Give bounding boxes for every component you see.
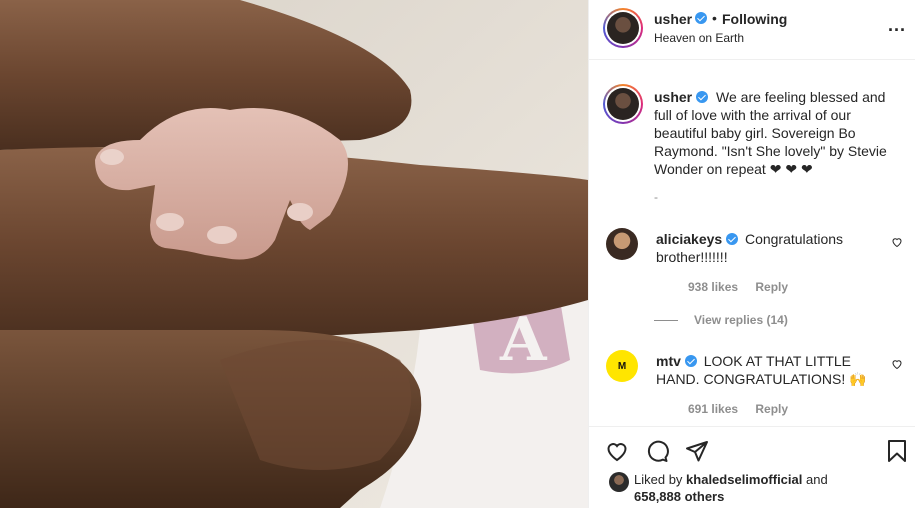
liked-and: and <box>806 472 828 487</box>
caption-dash: - <box>654 190 658 204</box>
verified-icon <box>684 355 697 367</box>
post-header: usher • Following Heaven on Earth ... <box>589 0 915 60</box>
following-button[interactable]: Following <box>722 11 787 27</box>
like-comment-heart-icon[interactable] <box>891 358 903 370</box>
commenter-username[interactable]: mtv <box>656 353 681 369</box>
post-photo[interactable]: A <box>0 0 588 508</box>
liked-prefix: Liked by <box>634 472 683 487</box>
baby-hand-photo: A <box>0 0 588 508</box>
commenter-username[interactable]: aliciakeys <box>656 231 722 247</box>
caption-avatar[interactable] <box>603 84 643 124</box>
comment-icon[interactable] <box>645 439 669 463</box>
comment-text: aliciakeys Congratulations brother!!!!!!… <box>656 230 872 266</box>
commenter-avatar[interactable] <box>606 228 638 260</box>
comment-likes[interactable]: 938 likes <box>688 280 738 294</box>
likes-count[interactable]: 658,888 others <box>634 489 724 504</box>
view-replies-button[interactable]: View replies (14) <box>654 313 788 327</box>
reply-button[interactable]: Reply <box>755 280 788 294</box>
comment-text: mtv LOOK AT THAT LITTLE HAND. CONGRATULA… <box>656 352 872 388</box>
verified-icon <box>696 91 709 103</box>
caption-text: usher We are feeling blessed and full of… <box>654 88 899 178</box>
location-link[interactable]: Heaven on Earth <box>654 31 744 45</box>
more-icon[interactable]: ... <box>888 16 906 34</box>
commenter-avatar[interactable]: M <box>606 350 638 382</box>
verified-icon <box>695 12 707 24</box>
comment-meta: 938 likes Reply <box>688 280 802 294</box>
separator-dot: • <box>712 10 717 26</box>
share-icon[interactable] <box>685 439 709 463</box>
action-bar <box>589 426 915 470</box>
bookmark-icon[interactable] <box>885 439 909 463</box>
heart-icon[interactable] <box>605 439 629 463</box>
comment-likes[interactable]: 691 likes <box>688 402 738 416</box>
author-username[interactable]: usher <box>654 11 692 27</box>
avatar[interactable] <box>603 8 643 48</box>
mtv-logo-icon: M <box>617 360 627 372</box>
verified-icon <box>726 233 739 245</box>
reply-button[interactable]: Reply <box>755 402 788 416</box>
comment-meta: 691 likes Reply <box>688 402 802 416</box>
post-side-panel: usher • Following Heaven on Earth ... us… <box>588 0 915 508</box>
caption-username[interactable]: usher <box>654 89 692 105</box>
liker-avatar[interactable] <box>609 472 629 492</box>
like-comment-heart-icon[interactable] <box>891 236 903 248</box>
liker-username[interactable]: khaledselimofficial <box>686 472 802 487</box>
